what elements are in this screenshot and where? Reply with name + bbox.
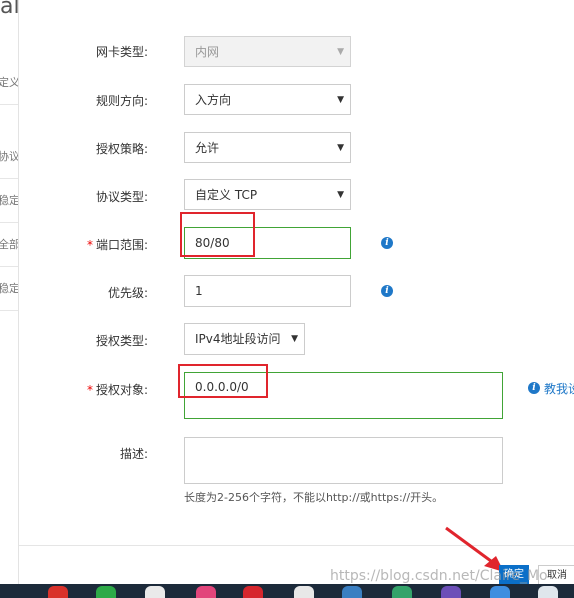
caret-down-icon: ▼ (337, 95, 344, 105)
app-icon[interactable] (96, 586, 116, 598)
auth-type-select[interactable]: IPv4地址段访问 ▼ (184, 323, 305, 355)
port-range-label-text: 端口范围: (95, 238, 148, 252)
app-icon[interactable] (538, 586, 558, 598)
app-icon[interactable] (392, 586, 412, 598)
description-hint: 长度为2-256个字符，不能以http://或https://开头。 (184, 491, 444, 504)
description-textarea[interactable] (184, 437, 503, 484)
protocol-select[interactable]: 自定义 TCP ▼ (184, 179, 351, 210)
description-label: 描述: (119, 447, 148, 461)
direction-select[interactable]: 入方向 ▼ (184, 84, 351, 115)
nic-type-select: 内网 ▼ (184, 36, 351, 67)
caret-down-icon: ▼ (337, 143, 344, 153)
info-circle-icon[interactable]: i (381, 237, 393, 249)
background-row: 稳定 (0, 178, 18, 223)
background-page: al6 定义 协议 稳定 全部 稳定 (0, 0, 34, 584)
app-icon[interactable] (145, 586, 165, 598)
app-icon[interactable] (342, 586, 362, 598)
background-row: 协议 (0, 134, 18, 179)
priority-value: 1 (195, 284, 203, 298)
port-range-label: * 端口范围: (60, 236, 148, 253)
priority-label: 优先级: (107, 286, 148, 300)
app-icon[interactable] (294, 586, 314, 598)
required-mark: * (86, 238, 93, 252)
caret-down-icon: ▼ (337, 47, 344, 57)
auth-object-label-text: 授权对象: (95, 383, 148, 397)
auth-type-value: IPv4地址段访问 (195, 332, 281, 346)
policy-label: 授权策略: (95, 142, 148, 156)
auth-type-label: 授权类型: (95, 334, 148, 348)
app-icon[interactable] (441, 586, 461, 598)
policy-select[interactable]: 允许 ▼ (184, 132, 351, 163)
app-icon[interactable] (48, 586, 68, 598)
app-icon[interactable] (490, 586, 510, 598)
nic-type-value: 内网 (195, 45, 220, 59)
priority-input[interactable]: 1 (184, 275, 351, 307)
required-mark: * (86, 383, 93, 397)
auth-object-label: * 授权对象: (60, 381, 148, 398)
annotation-highlight-box (178, 364, 268, 398)
annotation-highlight-box (180, 212, 255, 257)
background-row: 稳定 (0, 266, 18, 311)
info-circle-icon[interactable]: i (381, 285, 393, 297)
background-row: 定义 (0, 60, 18, 105)
watermark: https://blog.csdn.net/Claire_Mo (330, 568, 548, 584)
protocol-label: 协议类型: (95, 190, 148, 204)
direction-label: 规则方向: (95, 94, 148, 108)
info-circle-icon: i (528, 382, 540, 394)
caret-down-icon: ▼ (337, 190, 344, 200)
background-row: 全部 (0, 222, 18, 267)
nic-type-label: 网卡类型: (95, 45, 148, 59)
policy-value: 允许 (195, 141, 220, 155)
direction-value: 入方向 (195, 93, 232, 107)
taskbar (0, 584, 574, 598)
app-icon[interactable] (196, 586, 216, 598)
help-link[interactable]: 教我设 (544, 380, 574, 397)
app-icon[interactable] (243, 586, 263, 598)
protocol-value: 自定义 TCP (195, 188, 258, 202)
caret-down-icon: ▼ (291, 334, 298, 344)
